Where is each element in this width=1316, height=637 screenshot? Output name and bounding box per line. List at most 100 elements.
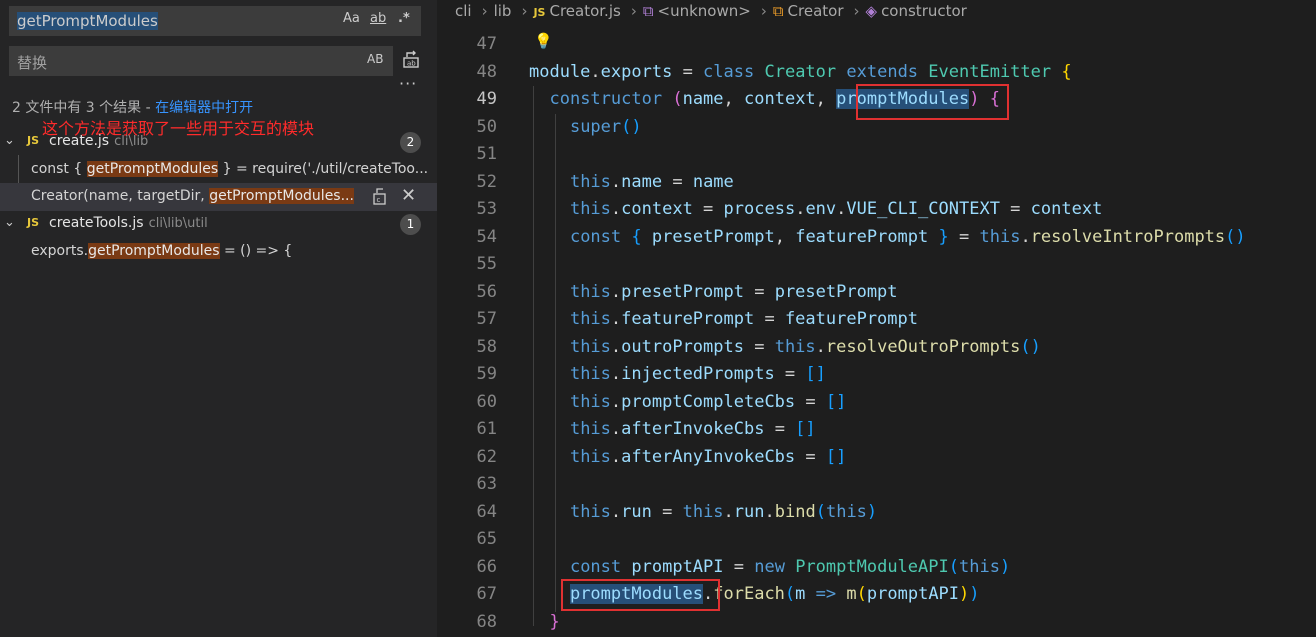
code-editor[interactable]: cli › lib › JS Creator.js › ⧉ <unknown> › ⧉ Creator… [437,0,1316,637]
javascript-file-icon: JS [533,6,546,19]
search-input[interactable]: getPromptModules Aa ab .* [9,6,421,36]
results-summary: 2 文件中有 3 个结果 - 在编辑器中打开 [12,97,253,117]
result-file-name: createTools.js [49,215,144,231]
match-count-badge: 2 [400,132,421,153]
result-file-create-js[interactable]: ⌄ JS create.js cli\lib 2 [0,129,437,155]
chevron-down-icon[interactable]: ⌄ [4,133,15,148]
line-number: 59 [476,364,497,384]
symbol-icon: ⧉ [642,2,654,20]
result-file-path: cli\lib\util [148,216,208,231]
preserve-case-toggle[interactable]: AB [367,52,383,66]
code-line: 54 const { presetPrompt, featurePrompt }… [437,223,1316,251]
code-line: 58 this.outroPrompts = this.resolveOutro… [437,333,1316,361]
code-text: const { presetPrompt, featurePrompt } = … [569,226,1246,247]
breadcrumb-root[interactable]: cli [455,2,472,20]
chevron-right-icon: › [760,2,767,20]
code-line: 60 this.promptCompleteCbs = [] [437,388,1316,416]
match-highlight: getPromptModules [86,161,219,177]
code-line: 56 this.presetPrompt = presetPrompt [437,278,1316,306]
result-file-path: cli\lib [114,134,149,149]
code-line: 51 [437,140,1316,168]
chevron-right-icon: › [630,2,637,20]
match-suffix-text: = () => { [219,243,293,259]
breadcrumb-member[interactable]: constructor [881,2,967,20]
svg-text:ab: ab [407,60,416,68]
code-text: this.context = process.env.VUE_CLI_CONTE… [569,199,1103,219]
replace-input[interactable]: 替换 AB [9,46,393,76]
breadcrumb-class[interactable]: Creator [788,2,844,20]
chevron-down-icon[interactable]: ⌄ [4,215,15,230]
result-file-createtools-js[interactable]: ⌄ JS createTools.js cli\lib\util 1 [0,211,437,237]
result-match-row-selected[interactable]: Creator(name, targetDir, getPromptModule… [0,183,437,211]
code-line: 62 this.afterAnyInvokeCbs = [] [437,443,1316,471]
breadcrumb-file[interactable]: Creator.js [549,2,620,20]
code-line: 61 this.afterInvokeCbs = [] [437,415,1316,443]
result-file-name: create.js [49,133,110,149]
result-match-row[interactable]: const { getPromptModules } = require('./… [0,156,437,184]
breadcrumb-unknown[interactable]: <unknown> [658,2,751,20]
match-prefix-text: const { [31,161,87,177]
highlight-box-parameter [856,84,1009,120]
whole-word-toggle[interactable]: ab [370,11,386,26]
line-number: 66 [476,556,497,577]
line-number: 47 [476,34,497,54]
more-actions-icon[interactable]: ··· [399,74,417,93]
line-number: 55 [476,254,497,274]
search-panel: getPromptModules Aa ab .* 替换 AB ab ··· 2… [0,0,437,637]
highlight-box-usage [561,579,720,611]
code-line: 47 [437,30,1316,58]
code-line: 59 this.injectedPrompts = [] [437,360,1316,388]
result-match-row[interactable]: exports.getPromptModules = () => { [0,238,437,266]
code-text: this.afterAnyInvokeCbs = [] [569,446,847,467]
replace-match-icon[interactable]: c [372,187,388,209]
code-text: } [549,611,560,632]
code-line: 64 this.run = this.run.bind(this) [437,498,1316,526]
match-case-toggle[interactable]: Aa [343,11,360,26]
breadcrumb-folder[interactable]: lib [494,2,512,20]
line-number: 61 [476,419,497,439]
match-suffix-text: } = require('./util/createToo... [218,161,429,177]
match-prefix-text: Creator(name, targetDir, [31,188,210,204]
line-number: 67 [476,584,497,604]
line-number: 62 [476,446,497,467]
line-number: 52 [476,171,497,192]
code-text: const promptAPI = new PromptModuleAPI(th… [569,556,1011,577]
line-number: 49 [476,89,497,109]
line-number: 58 [476,336,497,357]
chevron-right-icon: › [481,2,488,20]
code-line: 63 [437,470,1316,498]
code-line: 48 module.exports = class Creator extends… [437,58,1316,86]
line-number: 56 [476,281,497,302]
code-text: this.outroPrompts = this.resolveOutroPro… [569,336,1041,357]
search-input-value[interactable]: getPromptModules [17,12,158,30]
chevron-right-icon: › [853,2,860,20]
code-line: 65 [437,525,1316,553]
line-number: 51 [476,144,497,164]
replace-all-icon[interactable]: ab [401,49,421,73]
javascript-file-icon: JS [27,216,40,229]
regex-toggle[interactable]: .* [398,11,410,26]
dismiss-match-icon[interactable]: ✕ [401,185,416,206]
code-text: module.exports = class Creator extends E… [529,61,1072,82]
code-line: 66 const promptAPI = new PromptModuleAPI… [437,553,1316,581]
line-number: 64 [476,501,497,522]
code-line: 53 this.context = process.env.VUE_CLI_CO… [437,195,1316,223]
line-number: 63 [476,474,497,494]
code-line: 57 this.featurePrompt = featurePrompt [437,305,1316,333]
results-count-text: 2 文件中有 3 个结果 - [12,100,156,116]
open-in-editor-link[interactable]: 在编辑器中打开 [155,100,253,116]
line-number: 65 [476,529,497,549]
code-line: 68 } [437,608,1316,636]
line-number: 50 [476,116,497,137]
code-text: this.promptCompleteCbs = [] [569,391,847,412]
code-text: this.presetPrompt = presetPrompt [569,281,898,302]
line-number: 68 [476,611,497,632]
method-icon: ◈ [865,2,878,20]
code-text: this.featurePrompt = featurePrompt [569,309,918,329]
code-text: super() [569,116,642,137]
code-text: this.injectedPrompts = [] [569,364,826,384]
code-text: this.afterInvokeCbs = [] [569,419,816,439]
match-highlight: getPromptModules [88,243,220,259]
line-number: 53 [476,199,497,219]
breadcrumb: cli › lib › JS Creator.js › ⧉ <unknown> › ⧉ Creator… [437,0,1316,24]
